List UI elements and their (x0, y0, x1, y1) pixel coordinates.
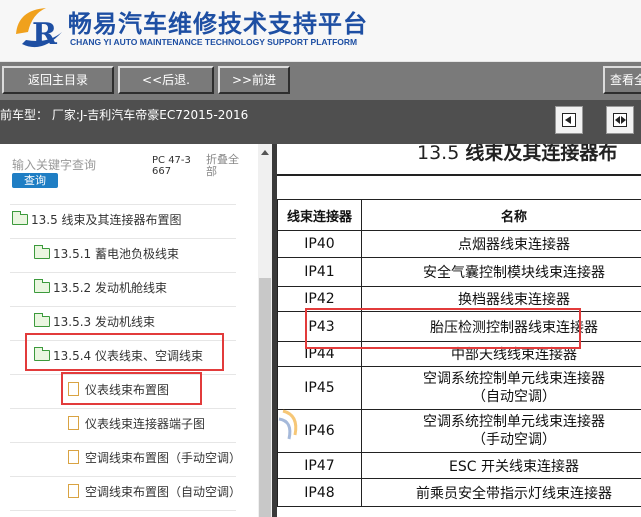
back-button[interactable]: <<后退. (118, 66, 214, 94)
scroll-thumb[interactable] (259, 278, 271, 517)
section-title: 13.5 线束及其连接器布 (417, 144, 618, 164)
table-row: IP47 ESC 开关线束连接器 (277, 452, 641, 479)
search-row: 输入关键字查询 查询 PC 47-3667 折叠全部 (0, 144, 258, 194)
connector-id: IP47 (277, 452, 362, 479)
divider (10, 238, 236, 239)
page-prev-icon (562, 113, 576, 127)
divider (10, 510, 236, 511)
collapse-all-button[interactable]: 折叠全部 (206, 154, 242, 178)
page-prev-button[interactable] (555, 106, 583, 134)
divider (10, 442, 236, 443)
home-button[interactable]: 返回主目录 (2, 66, 114, 94)
column-header: 名称 (361, 199, 641, 231)
search-button[interactable]: 查询 (12, 173, 58, 188)
tree-item-label: 13.5.1 蓄电池负极线束 (53, 247, 179, 261)
pc-code: PC 47-3667 (152, 155, 191, 177)
table-row: IP48 前乘员安全带指示灯线束连接器 (277, 478, 641, 507)
connector-name: 空调系统控制单元线束连接器 （手动空调） (361, 409, 641, 453)
folder-icon (34, 279, 50, 293)
file-icon (68, 416, 79, 430)
tree-item-13-5[interactable]: 13.5 线束及其连接器布置图 (12, 206, 182, 234)
fit-page-button[interactable] (606, 106, 634, 134)
connector-table: 线束连接器 名称 IP40 点烟器线束连接器 IP41 安全气囊控制模块线束连接… (277, 199, 641, 507)
divider (10, 272, 236, 273)
folder-icon (34, 313, 50, 327)
connector-name: 点烟器线束连接器 (361, 230, 641, 258)
table-row: IP41 安全气囊控制模块线束连接器 (277, 257, 641, 287)
brand-logo: R (16, 8, 62, 52)
folder-icon (12, 211, 28, 225)
tree-item-ac-manual[interactable]: 空调线束布置图（手动空调） (68, 444, 241, 472)
tree-item-13-5-3[interactable]: 13.5.3 发动机线束 (34, 308, 155, 336)
fit-page-icon (613, 113, 627, 127)
divider (10, 408, 236, 409)
tree-item-label: 13.5 线束及其连接器布置图 (31, 213, 182, 227)
platform-title: 畅易汽车维修技术支持平台 (68, 10, 368, 38)
divider (10, 476, 236, 477)
connector-id: IP41 (277, 257, 362, 287)
search-input[interactable]: 输入关键字查询 (12, 156, 96, 173)
tree-item-13-5-2[interactable]: 13.5.2 发动机舱线束 (34, 274, 167, 302)
tree-item-label: 13.5.3 发动机线束 (53, 315, 155, 329)
tree-item-13-5-1[interactable]: 13.5.1 蓄电池负极线束 (34, 240, 179, 268)
divider (10, 204, 236, 205)
tree-item-ac-auto[interactable]: 空调线束布置图（自动空调） (68, 478, 241, 506)
table-row: IP45 空调系统控制单元线束连接器 （自动空调） (277, 366, 641, 410)
file-icon (68, 450, 79, 464)
connector-id: IP48 (277, 478, 362, 507)
tree-item-label: 仪表线束连接器端子图 (85, 417, 206, 431)
tree-item-label: 13.5.2 发动机舱线束 (53, 281, 167, 295)
vehicle-model-text: 当前车型： 厂家:J-吉利汽车帝豪EC72015-2016 (0, 108, 249, 122)
divider (10, 306, 236, 307)
highlight-box (25, 333, 224, 371)
vehicle-info-bar: 当前车型： 厂家:J-吉利汽车帝豪EC72015-2016 (0, 100, 641, 144)
tree-item-label: 空调线束布置图（自动空调） (85, 485, 242, 499)
sidebar: 输入关键字查询 查询 PC 47-3667 折叠全部 13.5 线束及其连接器布… (0, 144, 272, 517)
connector-id: IP40 (277, 230, 362, 258)
view-all-button[interactable]: 查看全 (603, 66, 641, 94)
platform-subtitle: CHANG YI AUTO MAINTENANCE TECHNOLOGY SUP… (70, 37, 358, 47)
app-header: R 畅易汽车维修技术支持平台 CHANG YI AUTO MAINTENANCE… (0, 0, 641, 62)
watermark-logo (278, 409, 298, 440)
svg-text:R: R (32, 17, 58, 52)
scroll-up-icon[interactable] (261, 150, 269, 155)
title-rule (277, 174, 641, 176)
forward-button[interactable]: >>前进 (218, 66, 290, 94)
highlight-box (61, 372, 202, 405)
table-header-row: 线束连接器 名称 (277, 199, 641, 231)
folder-icon (34, 245, 50, 259)
connector-name: 前乘员安全带指示灯线束连接器 (361, 478, 641, 507)
sidebar-scrollbar[interactable] (258, 144, 272, 517)
connector-name: 安全气囊控制模块线束连接器 (361, 257, 641, 287)
file-icon (68, 484, 79, 498)
table-row: IP40 点烟器线束连接器 (277, 230, 641, 258)
navigation-bar: 返回主目录 <<后退. >>前进 查看全 (0, 62, 641, 100)
tree-item-label: 空调线束布置图（手动空调） (85, 451, 242, 465)
table-row: IP46 空调系统控制单元线束连接器 （手动空调） (277, 409, 641, 453)
connector-id: IP45 (277, 366, 362, 410)
connector-name: ESC 开关线束连接器 (361, 452, 641, 479)
highlight-box (305, 308, 581, 349)
connector-name: 空调系统控制单元线束连接器 （自动空调） (361, 366, 641, 410)
tree-item-instrument-terminals[interactable]: 仪表线束连接器端子图 (68, 410, 205, 438)
column-header: 线束连接器 (277, 199, 362, 231)
